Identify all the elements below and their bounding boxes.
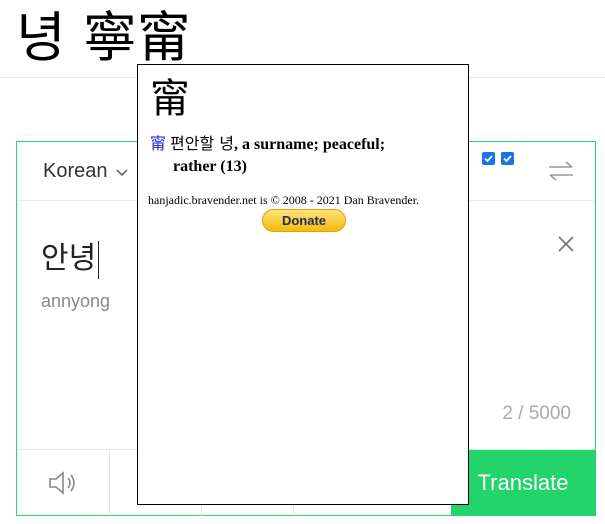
source-text[interactable]: 안녕 xyxy=(41,233,100,279)
page-heading: 녕 寧甯 xyxy=(16,6,191,69)
option-checkboxes xyxy=(482,152,514,165)
source-language-label: Korean xyxy=(43,160,108,182)
chevron-down-icon xyxy=(115,168,128,176)
romanization: annyong xyxy=(41,291,111,311)
source-language-select[interactable]: Korean xyxy=(43,160,130,183)
entry-korean: 편안할 녕 xyxy=(170,134,234,153)
checkbox-icon[interactable] xyxy=(482,152,495,165)
dictionary-entry: 甯 편안할 녕, a surname; peaceful; rather (13… xyxy=(150,133,450,178)
entry-hanja-link[interactable]: 甯 xyxy=(150,134,166,153)
source-text-value: 안녕 xyxy=(41,241,97,276)
popup-hanja: 甯 xyxy=(150,76,190,122)
char-counter: 2 / 5000 xyxy=(502,403,571,424)
entry-definition-cont: rather (13) xyxy=(173,158,247,175)
credit-text: hanjadic.bravender.net is © 2008 - 2021 … xyxy=(148,193,420,207)
donate-button[interactable]: Donate xyxy=(262,209,346,232)
listen-button[interactable] xyxy=(17,450,110,516)
speaker-icon xyxy=(49,471,75,495)
close-icon[interactable] xyxy=(557,235,575,253)
text-caret xyxy=(98,240,100,279)
checkbox-icon[interactable] xyxy=(501,152,514,165)
entry-definition: , a surname; peaceful; xyxy=(233,136,386,153)
swap-icon[interactable] xyxy=(547,160,575,182)
translate-button[interactable]: Translate xyxy=(451,450,595,516)
hanja-dictionary-popup: 甯 甯 편안할 녕, a surname; peaceful; rather (… xyxy=(137,64,469,505)
